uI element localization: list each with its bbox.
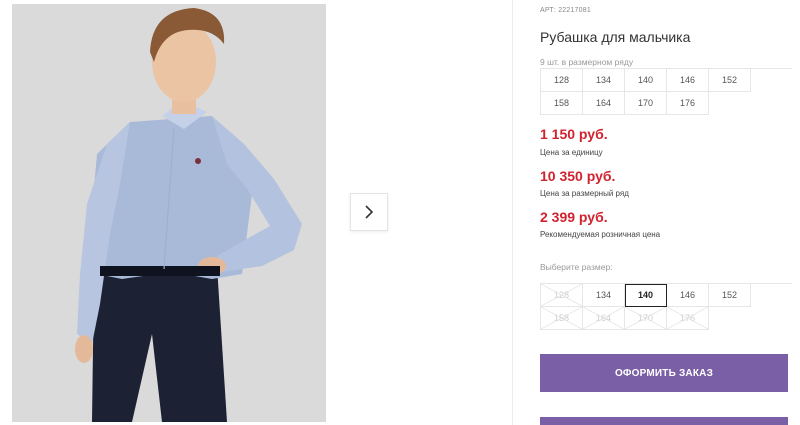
size-option-152[interactable]: 152: [709, 284, 751, 307]
price-unit: 1 150 руб.: [540, 126, 608, 142]
size-option-label: 146: [679, 290, 696, 300]
size-option-164: 164: [583, 307, 625, 330]
size-option-label: 140: [637, 290, 654, 300]
size-option-label: 152: [721, 290, 738, 300]
size-range-cell: 158: [541, 92, 583, 115]
unavailable-cross-icon: [625, 307, 666, 329]
size-range-cell: 134: [583, 69, 625, 92]
product-gallery: [12, 4, 512, 422]
price-unit-label: Цена за единицу: [540, 148, 603, 157]
size-range-caption: 9 шт. в размерном ряду: [540, 57, 634, 67]
unavailable-cross-icon: [583, 307, 624, 329]
price-range: 10 350 руб.: [540, 168, 616, 184]
size-option-label: 134: [595, 290, 612, 300]
column-divider: [512, 0, 513, 425]
product-photo[interactable]: [12, 4, 326, 422]
size-range-grid: 128 134 140 146 152 158 164 170 176: [540, 68, 792, 115]
size-range-cell: 164: [583, 92, 625, 115]
size-range-cell: 128: [541, 69, 583, 92]
size-option-140[interactable]: 140: [625, 284, 667, 307]
price-retail: 2 399 руб.: [540, 209, 608, 225]
size-range-cell: 176: [667, 92, 709, 115]
boy-in-shirt-image: [12, 4, 326, 422]
size-range-cell: 140: [625, 69, 667, 92]
product-page: АРТ: 22217081 Рубашка для мальчика 9 шт.…: [0, 0, 800, 425]
size-option-134[interactable]: 134: [583, 284, 625, 307]
secondary-button[interactable]: [540, 417, 788, 425]
order-button[interactable]: ОФОРМИТЬ ЗАКАЗ: [540, 354, 788, 392]
gallery-next-button[interactable]: [350, 193, 388, 231]
size-option-128: 128: [541, 284, 583, 307]
size-range-cell: 170: [625, 92, 667, 115]
size-range-cell: 152: [709, 69, 751, 92]
size-option-146[interactable]: 146: [667, 284, 709, 307]
unavailable-cross-icon: [541, 284, 582, 306]
size-range-cell: 146: [667, 69, 709, 92]
product-title: Рубашка для мальчика: [540, 29, 691, 45]
unavailable-cross-icon: [541, 307, 582, 329]
price-range-label: Цена за размерный ряд: [540, 189, 629, 198]
product-article: АРТ: 22217081: [540, 7, 591, 14]
unavailable-cross-icon: [667, 307, 708, 329]
price-retail-label: Рекомендуемая розничная цена: [540, 230, 661, 239]
size-option-170: 170: [625, 307, 667, 330]
size-select-grid: 128 134 140 146 152 158164170176: [540, 283, 792, 330]
size-select-caption: Выберите размер:: [540, 262, 613, 272]
size-option-158: 158: [541, 307, 583, 330]
size-option-176: 176: [667, 307, 709, 330]
chevron-right-icon: [365, 205, 374, 219]
